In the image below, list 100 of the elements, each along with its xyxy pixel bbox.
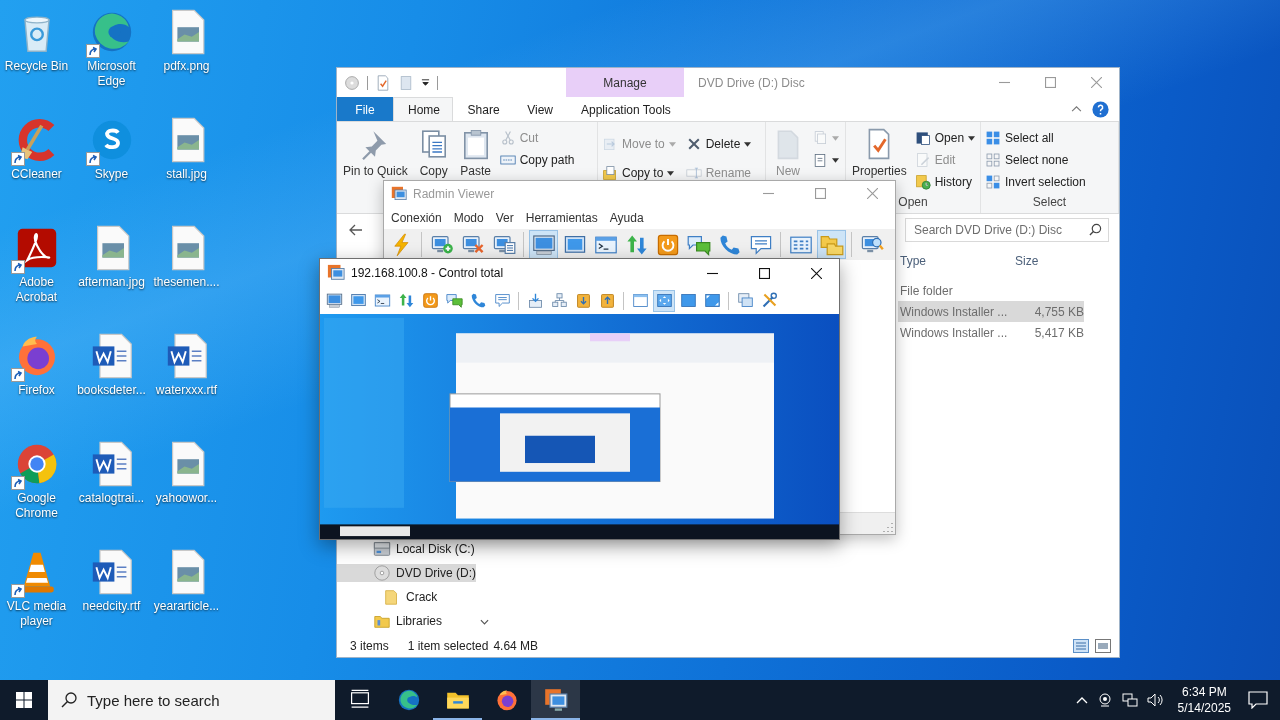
help-icon[interactable] bbox=[1092, 100, 1109, 118]
ribbon-tab[interactable]: Home bbox=[393, 97, 453, 121]
icon-label: booksdeter... bbox=[76, 383, 147, 398]
icon-label: yahoowor... bbox=[154, 491, 219, 506]
arrows-icon bbox=[397, 292, 415, 309]
type-cell-text: Windows Installer ... bbox=[899, 325, 1009, 340]
ribbon-button[interactable]: Open bbox=[914, 128, 976, 148]
ribbon-button[interactable]: History bbox=[914, 172, 976, 192]
ribbon-button[interactable]: Properties bbox=[850, 126, 909, 180]
search-icon bbox=[61, 692, 77, 708]
back-arrow-icon[interactable] bbox=[349, 224, 363, 236]
window-icon bbox=[631, 292, 649, 309]
icon-label: Google Chrome bbox=[14, 491, 59, 521]
file-row[interactable]: Windows Installer ... 5,417 KB bbox=[898, 322, 1084, 343]
toolbar-button[interactable] bbox=[529, 230, 558, 259]
menu-item[interactable]: Conexión bbox=[386, 206, 447, 229]
ribbon-button[interactable]: Select none bbox=[985, 150, 1086, 170]
toolbar-button[interactable] bbox=[817, 230, 846, 259]
folder-up-icon bbox=[598, 292, 616, 309]
ribbon-tab[interactable]: Application Tools bbox=[566, 97, 684, 121]
search-icon bbox=[1089, 223, 1102, 236]
ribbon-tab[interactable]: View bbox=[512, 97, 566, 121]
close-icon bbox=[1090, 77, 1102, 88]
download-icon bbox=[526, 292, 544, 309]
selection-size: 4.64 MB bbox=[493, 639, 539, 653]
ribbon-button[interactable]: Paste bbox=[457, 126, 494, 180]
icon-label: Adobe Acrobat bbox=[14, 275, 59, 305]
ribbon-button[interactable]: Select all bbox=[985, 128, 1086, 148]
move-icon bbox=[602, 136, 618, 152]
ribbon-button[interactable]: Copy bbox=[415, 126, 452, 180]
maximize-icon bbox=[814, 188, 826, 199]
icon-label: yeararticle... bbox=[152, 599, 221, 614]
selection-count: 1 item selected bbox=[407, 639, 489, 653]
search-field[interactable]: Type here to search bbox=[48, 680, 335, 720]
group-label: Select bbox=[1031, 195, 1068, 211]
chat-icon bbox=[445, 292, 463, 309]
type-cell-text: File folder bbox=[899, 283, 954, 298]
column-header[interactable]: Size bbox=[1013, 254, 1088, 268]
size-cell-text: 4,755 KB bbox=[1033, 304, 1084, 319]
toolbar-button[interactable] bbox=[653, 289, 675, 312]
icon-label: pdfx.png bbox=[162, 59, 211, 74]
page-icon bbox=[812, 152, 828, 168]
close-icon bbox=[866, 188, 878, 199]
network-icon[interactable] bbox=[1121, 692, 1138, 708]
monitor-icon bbox=[531, 232, 556, 257]
nav-item[interactable]: DVD Drive (D:) bbox=[337, 564, 476, 582]
menu-item[interactable]: Modo bbox=[448, 206, 489, 229]
icon-label: afterman.jpg bbox=[77, 275, 146, 290]
menu-item[interactable]: Ayuda bbox=[604, 206, 649, 229]
ribbon-button[interactable]: Copy path bbox=[499, 150, 575, 170]
nav-item[interactable]: Local Disk (C:) bbox=[337, 540, 476, 558]
chevron-up-icon[interactable] bbox=[1075, 696, 1088, 704]
nav-item[interactable]: Crack bbox=[337, 588, 476, 606]
context-tab-header: Manage bbox=[566, 68, 684, 97]
menu-item[interactable]: Herramientas bbox=[520, 206, 603, 229]
taskbar-app-button[interactable] bbox=[531, 680, 580, 720]
clock-date[interactable]: 5/14/2025 bbox=[1177, 700, 1231, 716]
maximize-icon bbox=[758, 267, 770, 279]
ribbon-button[interactable]: Delete bbox=[685, 134, 752, 154]
tiles-view-icon[interactable] bbox=[1095, 639, 1111, 653]
app-logo-icon bbox=[391, 185, 407, 202]
webcam-icon[interactable] bbox=[1096, 692, 1113, 708]
select-none-icon bbox=[985, 152, 1001, 168]
menu-item[interactable]: Ver bbox=[490, 206, 519, 229]
file-row[interactable]: File folder bbox=[898, 280, 1084, 301]
icon-label: waterxxx.rtf bbox=[154, 383, 219, 398]
fullscreen-icon bbox=[679, 292, 697, 309]
checked-page-icon[interactable] bbox=[375, 74, 391, 91]
size-cell-text: 5,417 KB bbox=[1033, 325, 1084, 340]
icon-label: VLC media player bbox=[5, 599, 68, 629]
pages-icon bbox=[812, 130, 828, 146]
ribbon-tab[interactable]: Share bbox=[452, 97, 513, 121]
browser-icon bbox=[396, 688, 421, 712]
ribbon-button[interactable]: Pin to Quick bbox=[341, 126, 410, 180]
notification-icon[interactable] bbox=[1248, 691, 1268, 709]
power-icon bbox=[655, 232, 680, 257]
clock-time[interactable]: 6:34 PM bbox=[1181, 684, 1227, 700]
type-cell-text: Windows Installer ... bbox=[899, 304, 1009, 319]
terminal-icon bbox=[373, 292, 391, 309]
speaker-icon[interactable] bbox=[1146, 692, 1165, 708]
speech-bubble-icon bbox=[493, 292, 511, 309]
network-icon bbox=[550, 292, 568, 309]
file-row[interactable]: Windows Installer ... 4,755 KB bbox=[898, 301, 1084, 322]
screen-icon bbox=[349, 292, 367, 309]
scroll-down-icon[interactable] bbox=[480, 619, 489, 625]
search-field[interactable]: Search DVD Drive (D:) Disc bbox=[905, 218, 1109, 242]
item-count: 3 items bbox=[350, 639, 389, 653]
column-header[interactable]: Type bbox=[898, 254, 1013, 268]
resize-grip-icon[interactable] bbox=[883, 522, 893, 532]
ribbon-button[interactable]: Invert selection bbox=[985, 172, 1086, 192]
icon-label: Firefox bbox=[17, 383, 56, 398]
icon-label: Microsoft Edge bbox=[86, 59, 137, 89]
scale-icon bbox=[703, 292, 721, 309]
caret-icon[interactable] bbox=[421, 78, 430, 87]
nav-item[interactable]: Libraries bbox=[337, 612, 476, 630]
ribbon-tab[interactable]: File bbox=[337, 97, 393, 121]
collapse-icon[interactable] bbox=[1071, 105, 1082, 113]
icon-label: CCleaner bbox=[10, 167, 63, 182]
details-view-icon[interactable] bbox=[1073, 639, 1089, 653]
invert-selection-icon bbox=[985, 174, 1001, 190]
